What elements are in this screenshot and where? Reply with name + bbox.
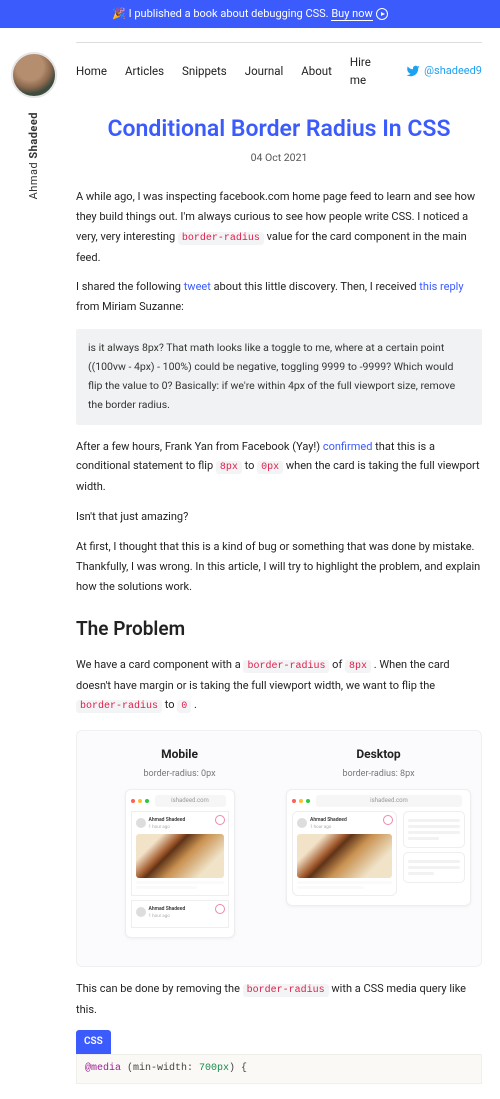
desktop-browser: ishadeed.com Ahmad Shadeed1 hour ago (286, 789, 471, 906)
mobile-column: Mobile border-radius: 0px ishadeed.com A… (87, 745, 272, 938)
inline-code: 0px (257, 461, 283, 474)
paragraph: We have a card component with a border-r… (76, 655, 482, 717)
blockquote: is it always 8px? That math looks like a… (76, 329, 482, 425)
card-image (136, 834, 224, 878)
card-avatar (136, 818, 146, 828)
card-image (297, 834, 392, 878)
feed-card: Ahmad Shadeed1 hour ago (131, 811, 229, 896)
left-sidebar: Ahmad Shadeed (0, 48, 68, 206)
nav-home[interactable]: Home (76, 62, 107, 80)
article-body: A while ago, I was inspecting facebook.c… (76, 187, 482, 1084)
feed-card: Ahmad Shadeed1 hour ago (292, 811, 397, 896)
paragraph: After a few hours, Frank Yan from Facebo… (76, 437, 482, 498)
twitter-icon (406, 64, 420, 78)
announcement-bar: 🎉 I published a book about debugging CSS… (0, 0, 500, 28)
mobile-sub: border-radius: 0px (87, 767, 272, 781)
code-language-badge: CSS (76, 1030, 111, 1054)
party-icon: 🎉 (112, 7, 126, 20)
nav-journal[interactable]: Journal (245, 62, 284, 80)
inline-code: 8px (345, 660, 371, 673)
main-nav: Home Articles Snippets Journal About Hir… (76, 43, 482, 106)
code-block: CSS @media (min-width: 700px) { (76, 1030, 482, 1084)
mobile-browser: ishadeed.com Ahmad Shadeed1 hour ago Ahm… (125, 789, 235, 938)
link-reply[interactable]: this reply (419, 280, 463, 293)
author-name-vertical: Ahmad Shadeed (25, 112, 43, 199)
desktop-column: Desktop border-radius: 8px ishadeed.com … (286, 745, 471, 938)
desktop-sub: border-radius: 8px (286, 767, 471, 781)
section-heading: The Problem (76, 614, 482, 644)
sidebar-box (403, 811, 465, 848)
buy-now-link[interactable]: Buy now (331, 7, 372, 21)
close-icon (215, 904, 225, 914)
feed-card: Ahmad Shadeed1 hour ago (131, 900, 229, 928)
inline-code: 0 (177, 700, 191, 713)
nav-about[interactable]: About (301, 62, 332, 80)
desktop-heading: Desktop (286, 745, 471, 764)
paragraph: A while ago, I was inspecting facebook.c… (76, 187, 482, 267)
inline-code: border-radius (178, 232, 264, 245)
link-confirmed[interactable]: confirmed (323, 440, 373, 453)
inline-code: border-radius (243, 660, 329, 673)
twitter-link[interactable]: @shadeed9 (406, 62, 482, 80)
nav-snippets[interactable]: Snippets (182, 62, 227, 80)
post-date: 04 Oct 2021 (76, 150, 482, 167)
inline-code: 8px (216, 461, 242, 474)
inline-code: border-radius (76, 700, 162, 713)
close-icon (383, 815, 393, 825)
paragraph: At first, I thought that this is a kind … (76, 537, 482, 596)
url-bar: ishadeed.com (155, 795, 226, 807)
play-circle-icon (376, 8, 388, 20)
inline-code: border-radius (243, 984, 329, 997)
link-tweet[interactable]: tweet (184, 280, 211, 293)
comparison-figure: Mobile border-radius: 0px ishadeed.com A… (76, 730, 482, 967)
url-bar: ishadeed.com (316, 795, 462, 807)
sidebar-box (403, 852, 465, 883)
nav-articles[interactable]: Articles (125, 62, 164, 80)
avatar[interactable] (11, 52, 57, 98)
paragraph: I shared the following tweet about this … (76, 277, 482, 317)
close-icon (215, 815, 225, 825)
code-content: @media (min-width: 700px) { (76, 1054, 482, 1084)
page-title: Conditional Border Radius In CSS (76, 111, 482, 148)
paragraph: This can be done by removing the border-… (76, 979, 482, 1020)
paragraph: Isn't that just amazing? (76, 507, 482, 527)
mobile-heading: Mobile (87, 745, 272, 764)
nav-hire[interactable]: Hire me (350, 53, 388, 90)
announcement-link[interactable]: 🎉 I published a book about debugging CSS… (112, 7, 388, 20)
